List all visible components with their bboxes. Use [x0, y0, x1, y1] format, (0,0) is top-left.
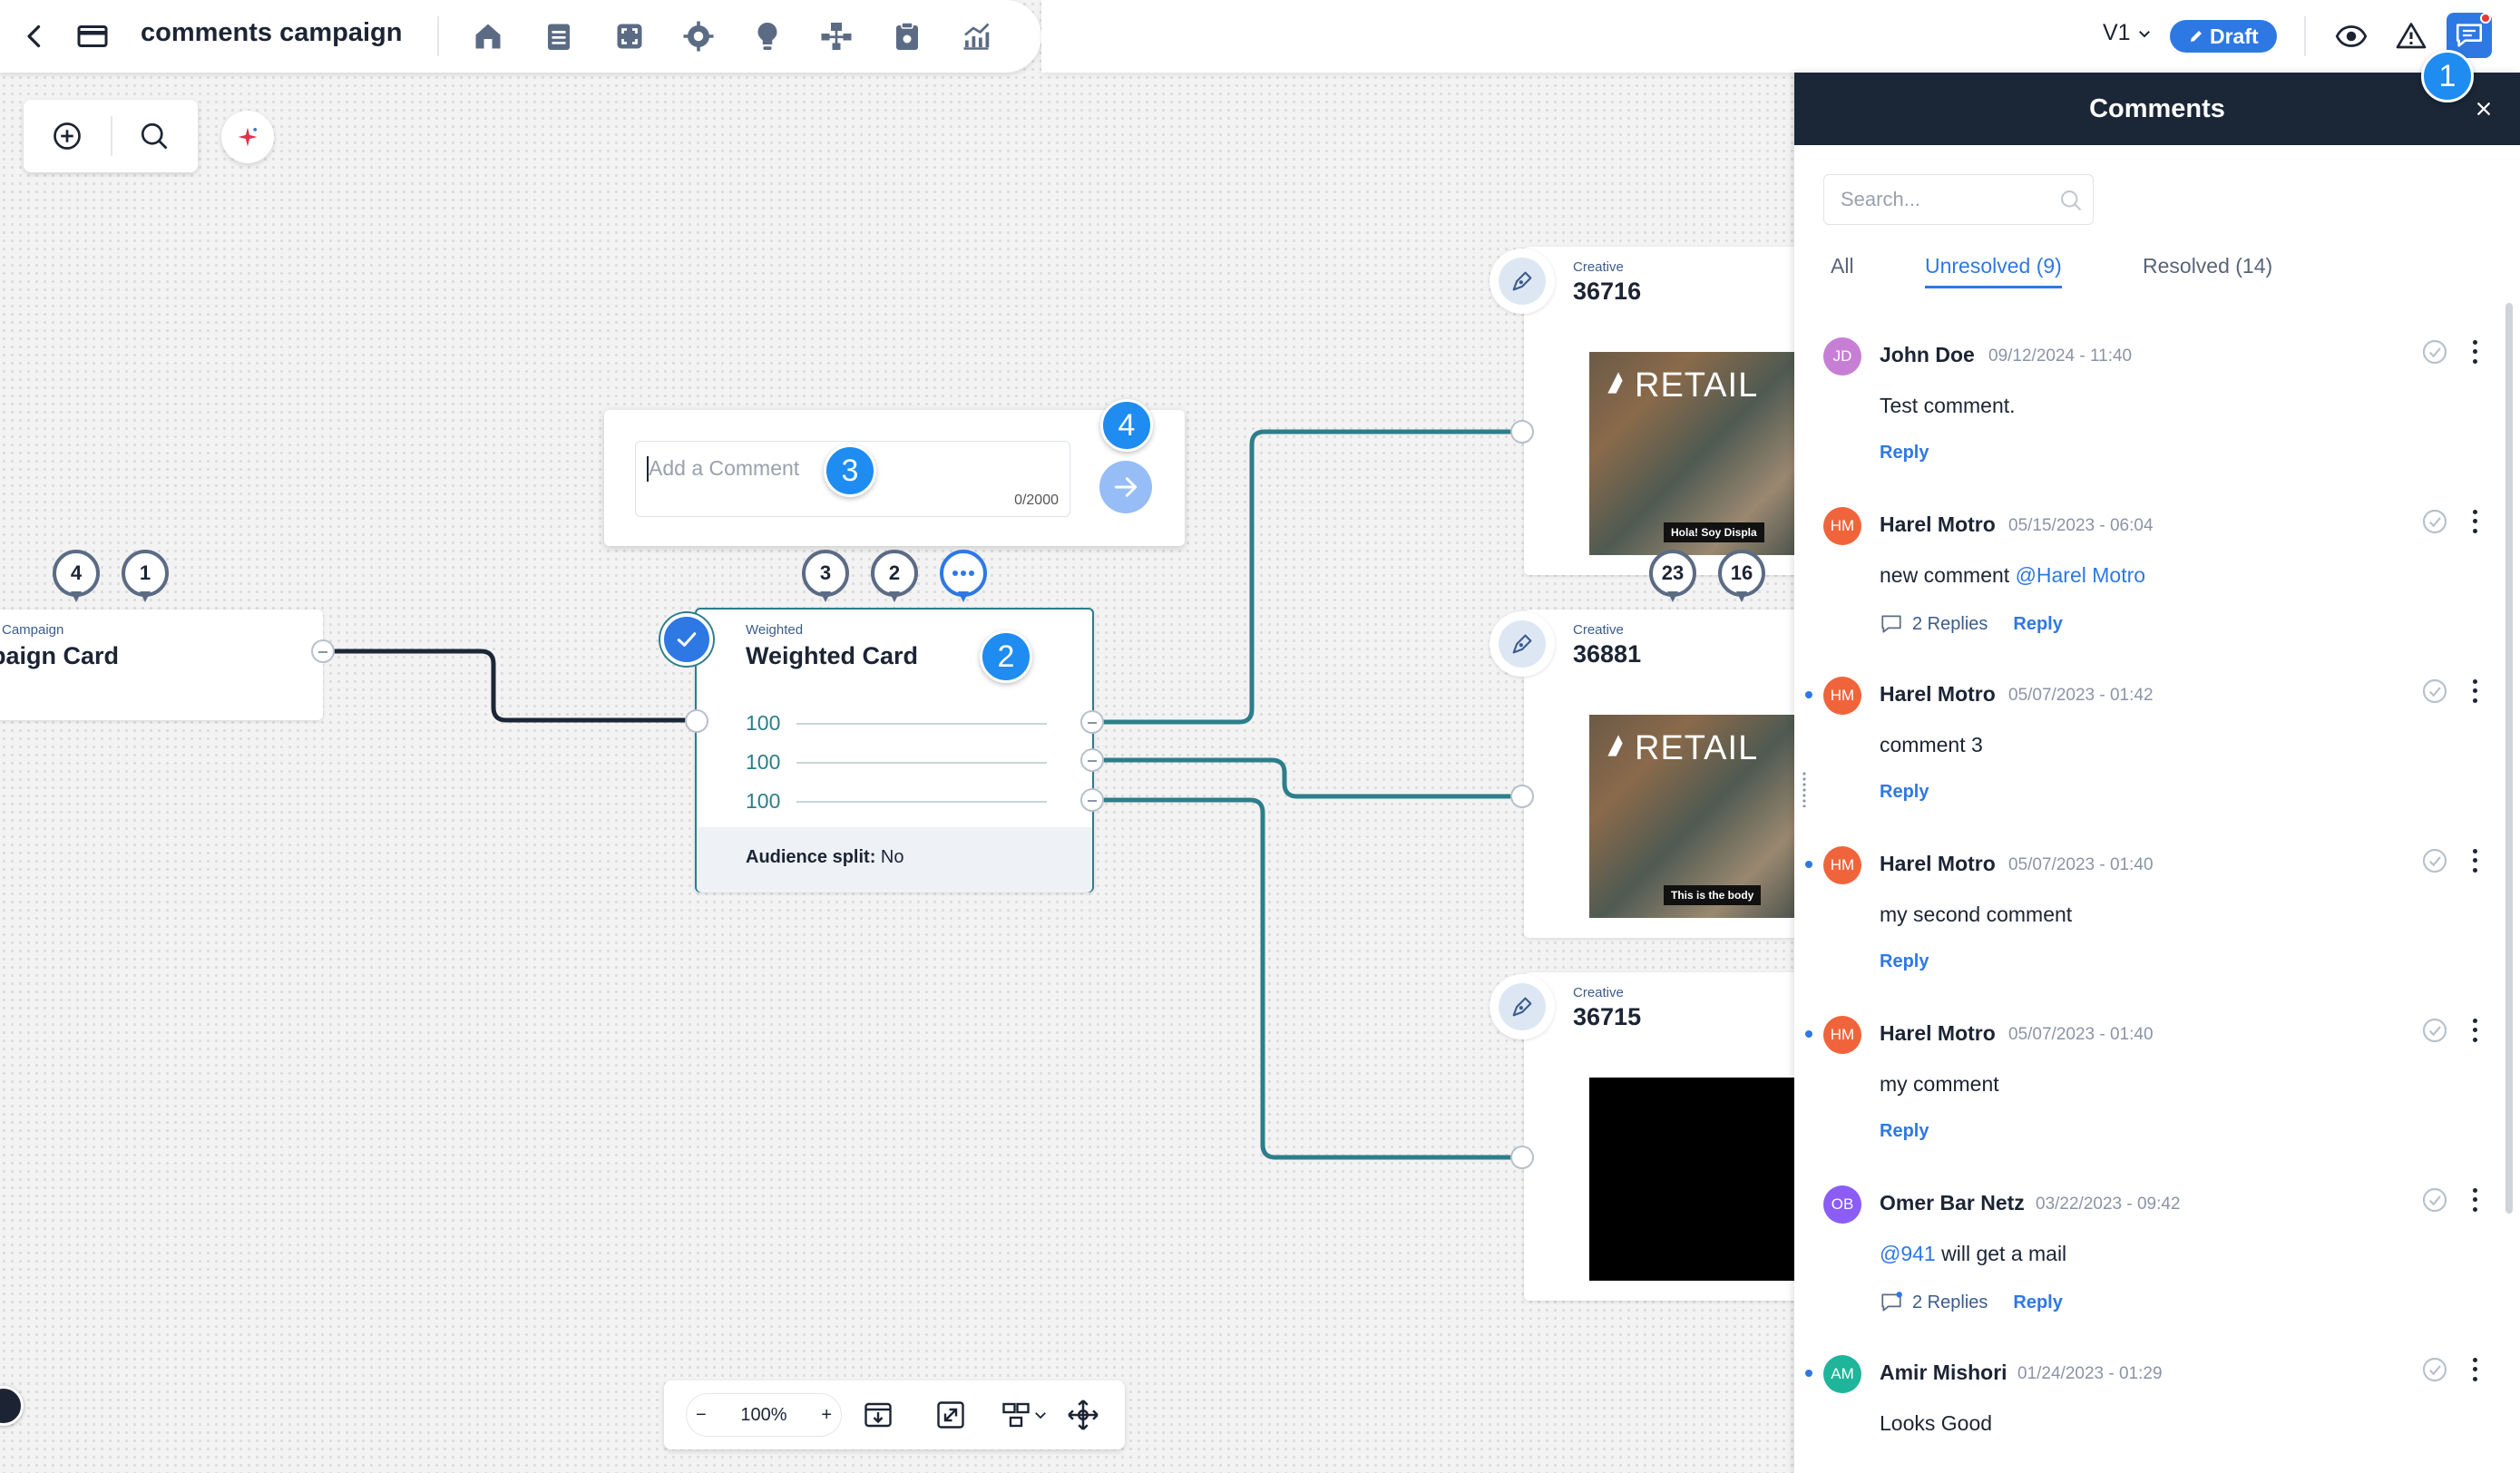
pin-count: 2: [871, 550, 918, 597]
connector-port[interactable]: [685, 709, 708, 733]
pin-tail: [958, 591, 969, 602]
pin-tail: [889, 591, 900, 602]
comment-pin[interactable]: 1: [122, 550, 169, 606]
pin-tail: [1667, 591, 1678, 602]
connector-port[interactable]: [311, 639, 335, 663]
more-icon: [940, 550, 987, 597]
connector-port[interactable]: [1080, 710, 1104, 734]
creative-icon: [1490, 611, 1555, 677]
callout-1: 1: [2421, 50, 2474, 102]
pin-count: 23: [1649, 550, 1696, 597]
pin-tail: [71, 591, 82, 602]
check-icon[interactable]: [660, 613, 713, 666]
callout-3: 3: [824, 444, 876, 497]
pin-count: 3: [802, 550, 849, 597]
creative-icon: [1490, 974, 1555, 1039]
new-comment-pin[interactable]: [940, 550, 987, 606]
callout-2: 2: [980, 630, 1032, 683]
pin-tail: [1736, 591, 1747, 602]
pin-tail: [140, 591, 151, 602]
connector-port[interactable]: [1510, 1146, 1534, 1169]
pin-count: 4: [53, 550, 100, 597]
connector-port[interactable]: [1510, 420, 1534, 444]
creative-icon: [1490, 249, 1555, 314]
connector-lines: [323, 429, 1522, 1160]
comment-pin[interactable]: 2: [871, 550, 918, 606]
comment-pin[interactable]: 23: [1649, 550, 1696, 606]
pin-count: 16: [1718, 550, 1765, 597]
comment-pin[interactable]: 3: [802, 550, 849, 606]
callout-4: 4: [1100, 399, 1153, 452]
pin-tail: [820, 591, 831, 602]
comment-pin[interactable]: 16: [1718, 550, 1765, 606]
connector-port[interactable]: [1080, 788, 1104, 812]
pin-count: 1: [122, 550, 169, 597]
comment-pin[interactable]: 4: [53, 550, 100, 606]
connector-port[interactable]: [1080, 748, 1104, 772]
connector-port[interactable]: [1510, 785, 1534, 808]
